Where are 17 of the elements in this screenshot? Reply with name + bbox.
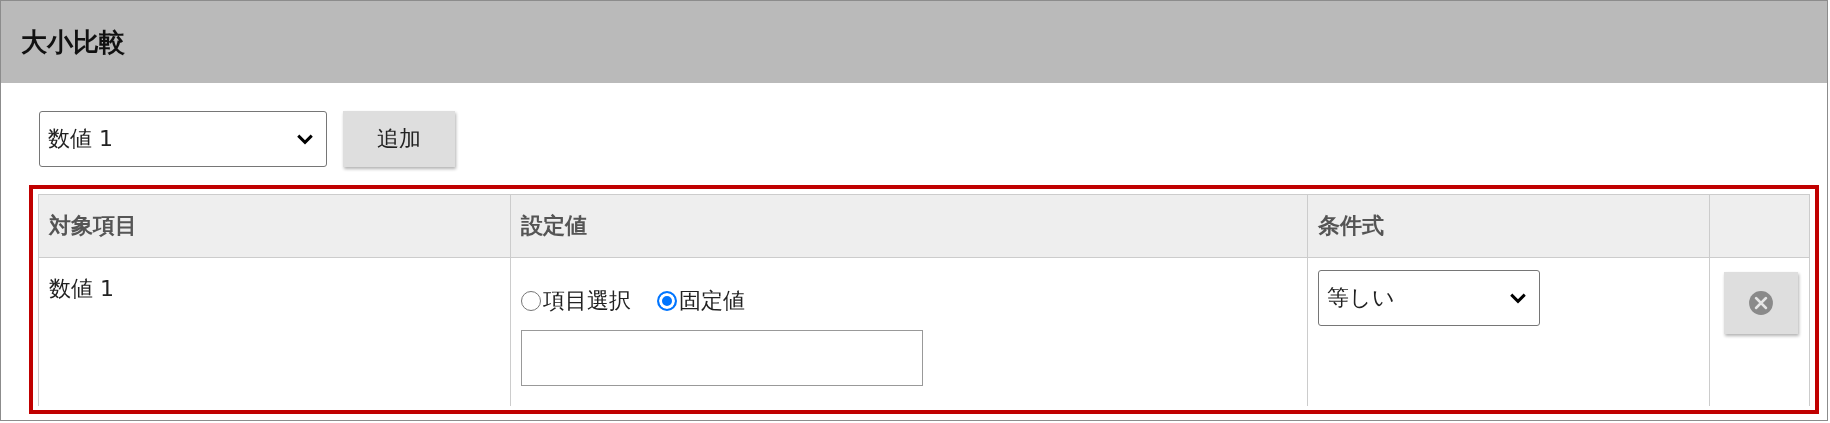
add-button[interactable]: 追加 bbox=[343, 111, 455, 167]
input-field[interactable] bbox=[521, 330, 923, 386]
dropdown[interactable]: 等しい bbox=[1318, 270, 1540, 326]
radio-option[interactable]: 項目選択 bbox=[521, 286, 631, 316]
delete-button[interactable] bbox=[1724, 272, 1798, 334]
close-icon bbox=[1748, 290, 1774, 316]
caret-icon bbox=[1509, 292, 1527, 304]
dropdown[interactable]: 数値 1 bbox=[39, 111, 327, 167]
column-header: 対象項目 bbox=[39, 195, 511, 258]
column-header: 条件式 bbox=[1308, 195, 1710, 258]
radio-button[interactable] bbox=[521, 291, 541, 311]
panel-title: 大小比較 bbox=[21, 25, 125, 59]
caret-icon bbox=[296, 133, 314, 145]
radio-button[interactable] bbox=[657, 291, 677, 311]
column-header: 設定値 bbox=[511, 195, 1308, 258]
radio-option[interactable]: 固定値 bbox=[657, 286, 745, 316]
table-cell-text: 数値 1 bbox=[49, 275, 114, 303]
